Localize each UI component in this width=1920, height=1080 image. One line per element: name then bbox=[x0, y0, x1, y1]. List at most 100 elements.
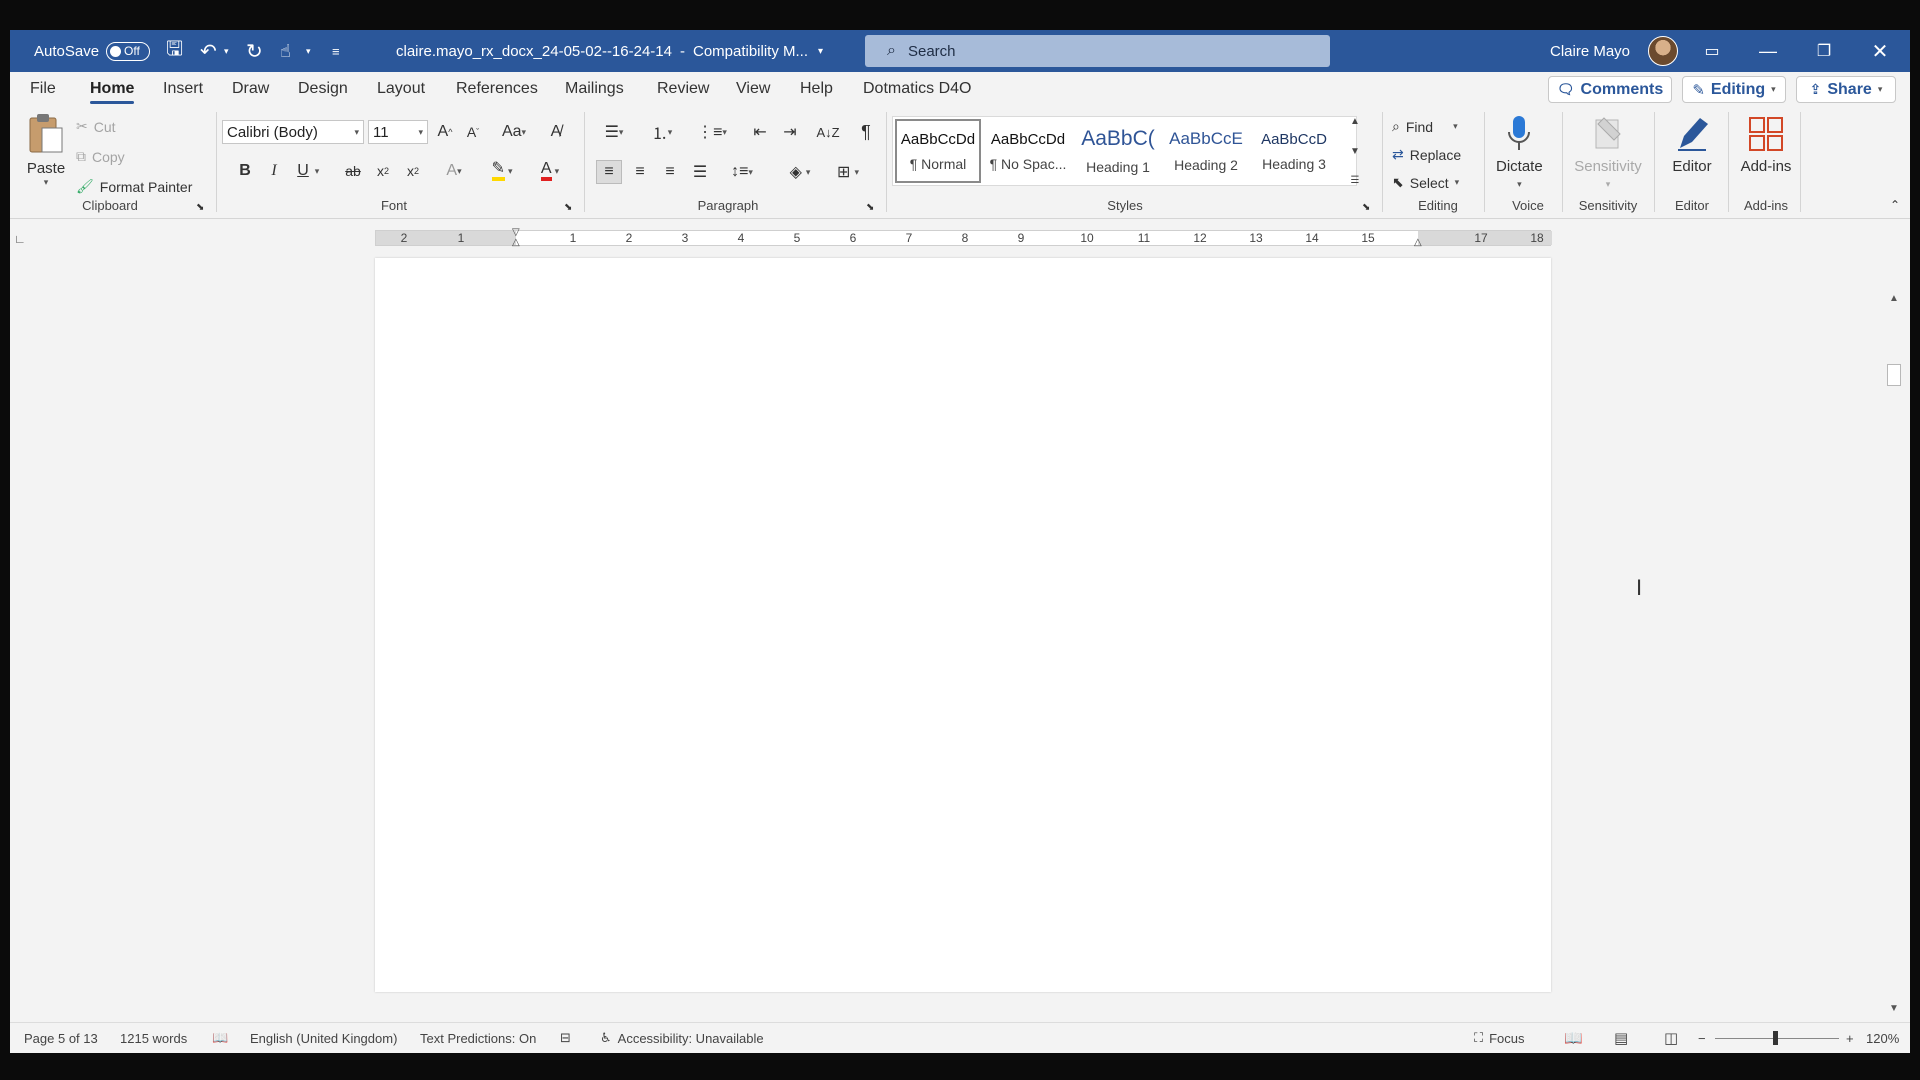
bold-icon[interactable]: B bbox=[234, 160, 256, 182]
scroll-up-icon[interactable]: ▲ bbox=[1350, 116, 1360, 127]
dialog-launcher-icon[interactable]: ⬊ bbox=[866, 202, 874, 213]
italic-icon[interactable]: I bbox=[263, 160, 285, 182]
document-page[interactable] bbox=[375, 258, 1551, 992]
font-size-select[interactable]: 11 ▾ bbox=[368, 120, 428, 144]
dialog-launcher-icon[interactable]: ⬊ bbox=[1362, 202, 1370, 213]
font-color-icon[interactable]: A ▾ bbox=[532, 160, 568, 182]
sort-icon[interactable]: A↓Z bbox=[816, 120, 840, 144]
align-center-icon[interactable]: ≡ bbox=[628, 160, 652, 184]
editor-button[interactable]: Editor bbox=[1660, 114, 1724, 175]
decrease-indent-icon[interactable]: ⇤ bbox=[748, 120, 772, 144]
ribbon-display-icon[interactable]: ▭ bbox=[1684, 30, 1740, 72]
multilevel-list-icon[interactable]: ⋮≡ ▾ bbox=[692, 120, 732, 144]
increase-indent-icon[interactable]: ⇥ bbox=[778, 120, 802, 144]
autosave-toggle[interactable]: Off bbox=[106, 30, 150, 72]
tab-insert[interactable]: Insert bbox=[163, 72, 203, 106]
accessibility-status[interactable]: ♿ Accessibility: Unavailable bbox=[600, 1023, 764, 1053]
user-avatar[interactable] bbox=[1648, 30, 1678, 72]
sensitivity-button[interactable]: Sensitivity ▾ bbox=[1568, 114, 1648, 190]
horizontal-ruler[interactable]: 2 1 1 2 3 4 5 6 7 8 9 10 11 12 13 14 15 … bbox=[375, 227, 1552, 248]
shading-icon[interactable]: ◈ ▾ bbox=[780, 160, 820, 184]
style-no-spacing[interactable]: AaBbCcDd ¶ No Spac... bbox=[985, 119, 1071, 183]
share-button[interactable]: ⇪ Share ▾ bbox=[1796, 76, 1896, 103]
touch-mode-icon[interactable]: ☝ bbox=[280, 30, 291, 72]
justify-icon[interactable]: ☰ bbox=[688, 160, 712, 184]
copy-button[interactable]: ⧉ Copy bbox=[76, 148, 125, 165]
zoom-out-icon[interactable]: − bbox=[1698, 1023, 1706, 1053]
undo-dropdown-icon[interactable]: ▾ bbox=[224, 30, 229, 72]
grow-font-icon[interactable]: A ^ bbox=[434, 120, 456, 144]
read-mode-icon[interactable]: 📖 bbox=[1564, 1023, 1583, 1053]
tab-view[interactable]: View bbox=[736, 72, 770, 106]
zoom-in-icon[interactable]: + bbox=[1846, 1023, 1854, 1053]
style-heading-1[interactable]: AaBbC( Heading 1 bbox=[1075, 119, 1161, 183]
dialog-launcher-icon[interactable]: ⬊ bbox=[564, 202, 572, 213]
collapse-ribbon-icon[interactable]: ⌃ bbox=[1890, 198, 1900, 212]
customize-toolbar-icon[interactable]: ≡ bbox=[332, 30, 340, 72]
language-status[interactable]: English (United Kingdom) bbox=[250, 1023, 397, 1053]
tab-design[interactable]: Design bbox=[298, 72, 348, 106]
dictate-button[interactable]: Dictate ▾ bbox=[1496, 114, 1543, 190]
comments-button[interactable]: 🗨 Comments bbox=[1548, 76, 1672, 103]
print-layout-icon[interactable]: ▤ bbox=[1614, 1023, 1628, 1053]
font-family-select[interactable]: Calibri (Body) ▾ bbox=[222, 120, 364, 144]
style-heading-3[interactable]: AaBbCcD Heading 3 bbox=[1251, 119, 1337, 183]
align-right-icon[interactable]: ≡ bbox=[658, 160, 682, 184]
web-layout-icon[interactable]: ◫ bbox=[1664, 1023, 1678, 1053]
show-marks-icon[interactable]: ¶ bbox=[854, 120, 878, 144]
tab-selector-icon[interactable]: ∟ bbox=[14, 232, 28, 246]
macro-recording-icon[interactable]: ⊟ bbox=[560, 1023, 571, 1053]
vertical-scrollbar[interactable]: ▲ ▼ bbox=[1884, 258, 1904, 1018]
text-predictions-status[interactable]: Text Predictions: On bbox=[420, 1023, 536, 1053]
dialog-launcher-icon[interactable]: ⬊ bbox=[196, 202, 204, 213]
style-normal[interactable]: AaBbCcDd ¶ Normal bbox=[895, 119, 981, 183]
document-title[interactable]: claire.mayo_rx_docx_24-05-02--16-24-14 -… bbox=[396, 30, 823, 72]
tab-draw[interactable]: Draw bbox=[232, 72, 269, 106]
strikethrough-icon[interactable]: ab bbox=[342, 160, 364, 182]
zoom-slider-thumb[interactable] bbox=[1773, 1031, 1778, 1045]
style-heading-2[interactable]: AaBbCcE Heading 2 bbox=[1163, 119, 1249, 183]
touch-dropdown-icon[interactable]: ▾ bbox=[306, 30, 311, 72]
paste-button[interactable]: Paste ▾ bbox=[26, 112, 66, 188]
save-icon[interactable]: 🖫 bbox=[166, 30, 183, 72]
underline-dropdown-icon[interactable]: ▾ bbox=[312, 160, 322, 182]
line-spacing-icon[interactable]: ↕≡ ▾ bbox=[722, 160, 762, 184]
underline-icon[interactable]: U bbox=[292, 160, 314, 182]
tab-help[interactable]: Help bbox=[800, 72, 833, 106]
tab-mailings[interactable]: Mailings bbox=[565, 72, 624, 106]
tab-layout[interactable]: Layout bbox=[377, 72, 425, 106]
superscript-icon[interactable]: x2 bbox=[402, 160, 424, 182]
scrollbar-thumb[interactable] bbox=[1887, 364, 1901, 386]
right-indent-icon[interactable]: △ bbox=[1414, 237, 1422, 248]
page-count[interactable]: Page 5 of 13 bbox=[24, 1023, 98, 1053]
text-effects-icon[interactable]: A ▾ bbox=[438, 160, 470, 182]
word-count[interactable]: 1215 words bbox=[120, 1023, 187, 1053]
hanging-indent-icon[interactable]: △ bbox=[512, 237, 520, 248]
redo-icon[interactable]: ↻ bbox=[246, 30, 263, 72]
more-styles-icon[interactable]: ☰ bbox=[1351, 175, 1360, 186]
tab-dotmatics[interactable]: Dotmatics D4O bbox=[863, 72, 971, 106]
restore-icon[interactable]: ❐ bbox=[1796, 30, 1852, 72]
shrink-font-icon[interactable]: Aˇ bbox=[462, 120, 484, 144]
user-name[interactable]: Claire Mayo bbox=[1550, 30, 1630, 72]
highlight-color-icon[interactable]: ✎ ▾ bbox=[484, 160, 520, 182]
undo-icon[interactable]: ↶ bbox=[200, 30, 217, 72]
cut-button[interactable]: ✂ Cut bbox=[76, 118, 116, 135]
select-button[interactable]: ⬉ Select ▾ bbox=[1392, 174, 1459, 191]
align-left-icon[interactable]: ≡ bbox=[596, 160, 622, 184]
numbering-icon[interactable]: ⒈ ▾ bbox=[644, 120, 680, 144]
clear-formatting-icon[interactable]: A̸ bbox=[544, 120, 568, 144]
replace-button[interactable]: ⇄ Replace bbox=[1392, 146, 1461, 163]
bullets-icon[interactable]: ☰ ▾ bbox=[596, 120, 632, 144]
add-ins-button[interactable]: Add-ins bbox=[1734, 114, 1798, 175]
proofing-icon[interactable]: 📖 bbox=[212, 1023, 228, 1053]
close-icon[interactable]: ✕ bbox=[1852, 30, 1908, 72]
scroll-down-icon[interactable]: ▼ bbox=[1886, 1000, 1902, 1016]
editing-mode-button[interactable]: ✎ Editing ▾ bbox=[1682, 76, 1786, 103]
subscript-icon[interactable]: x2 bbox=[372, 160, 394, 182]
zoom-level[interactable]: 120% bbox=[1866, 1023, 1899, 1053]
search-box[interactable]: ⌕ Search bbox=[865, 35, 1330, 67]
format-painter-button[interactable]: 🖌 Format Painter bbox=[76, 178, 192, 195]
tab-file[interactable]: File bbox=[30, 72, 56, 106]
focus-button[interactable]: ⛶ Focus bbox=[1474, 1023, 1525, 1053]
